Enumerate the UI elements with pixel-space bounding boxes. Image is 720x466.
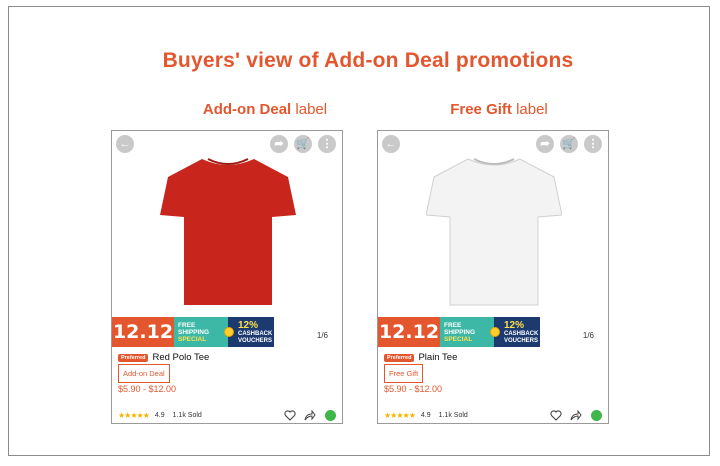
- product-name: Plain Tee: [418, 352, 458, 363]
- product-price: $5.90 - $12.00: [384, 384, 443, 394]
- banner-free-shipping: FREE SHIPPING SPECIAL: [174, 317, 234, 347]
- heart-icon[interactable]: [282, 409, 298, 421]
- promo-banner[interactable]: 12.12 FREE SHIPPING SPECIAL 12% CASHBACK…: [378, 317, 540, 347]
- column-label-rest: label: [291, 101, 328, 118]
- product-card-free-gift: ← ➦ 🛒 ⋮ 12.12 FREE SHIPPING SPECIAL 12% …: [377, 130, 609, 424]
- sold-count: 1.1k Sold: [438, 411, 468, 419]
- back-arrow-icon[interactable]: ←: [116, 135, 134, 153]
- image-pager: 1/6: [316, 331, 328, 340]
- banner-1212: 12.12: [378, 317, 440, 347]
- free-gift-tag[interactable]: Free Gift: [384, 364, 424, 383]
- share-footer-icon[interactable]: [568, 409, 584, 421]
- back-arrow-icon[interactable]: ←: [382, 135, 400, 153]
- promo-banner[interactable]: 12.12 FREE SHIPPING SPECIAL 12% CASHBACK…: [112, 317, 274, 347]
- product-image-white-tee[interactable]: [426, 153, 562, 311]
- page-title: Buyers' view of Add-on Deal promotions: [162, 49, 574, 72]
- more-icon[interactable]: ⋮: [318, 135, 336, 153]
- rating-value: 4.9: [420, 411, 431, 419]
- share-footer-icon[interactable]: [302, 409, 318, 421]
- coin-icon: [224, 327, 234, 337]
- sold-count: 1.1k Sold: [172, 411, 202, 419]
- column-label-bold: Free Gift: [450, 101, 512, 118]
- preferred-badge: Preferred: [118, 353, 149, 362]
- product-name-row: Preferred Red Polo Tee: [118, 352, 209, 363]
- column-label-add-on-deal: Add-on Deal label: [155, 101, 375, 118]
- column-label-rest: label: [511, 101, 548, 118]
- product-card-add-on-deal: ← ➦ 🛒 ⋮ 12.12 FREE SHIPPING SPECIAL 12% …: [111, 130, 343, 424]
- product-name-row: Preferred Plain Tee: [384, 352, 457, 363]
- coin-icon: [490, 327, 500, 337]
- more-icon[interactable]: ⋮: [584, 135, 602, 153]
- image-pager: 1/6: [582, 331, 594, 340]
- whatsapp-icon[interactable]: [322, 409, 338, 421]
- preferred-badge: Preferred: [384, 353, 415, 362]
- share-icon[interactable]: ➦: [270, 135, 288, 153]
- whatsapp-icon[interactable]: [588, 409, 604, 421]
- add-on-deal-tag[interactable]: Add-on Deal: [118, 364, 170, 383]
- rating-stars: ★★★★★: [118, 410, 150, 420]
- product-footer: ★★★★★ 4.9 1.1k Sold: [118, 409, 338, 421]
- product-name: Red Polo Tee: [152, 352, 210, 363]
- banner-cashback: 12% CASHBACK VOUCHERS: [494, 317, 540, 347]
- column-label-free-gift: Free Gift label: [389, 101, 609, 118]
- heart-icon[interactable]: [548, 409, 564, 421]
- product-footer: ★★★★★ 4.9 1.1k Sold: [384, 409, 604, 421]
- rating-stars: ★★★★★: [384, 410, 416, 420]
- product-price: $5.90 - $12.00: [118, 384, 177, 394]
- banner-free-shipping: FREE SHIPPING SPECIAL: [440, 317, 500, 347]
- cart-icon[interactable]: 🛒: [294, 135, 312, 153]
- cart-icon[interactable]: 🛒: [560, 135, 578, 153]
- share-icon[interactable]: ➦: [536, 135, 554, 153]
- slide-frame: Buyers' view of Add-on Deal promotions A…: [8, 6, 710, 456]
- rating-value: 4.9: [154, 411, 165, 419]
- column-label-bold: Add-on Deal: [202, 101, 292, 118]
- product-image-red-tee[interactable]: [160, 153, 296, 311]
- banner-1212: 12.12: [112, 317, 174, 347]
- banner-cashback: 12% CASHBACK VOUCHERS: [228, 317, 274, 347]
